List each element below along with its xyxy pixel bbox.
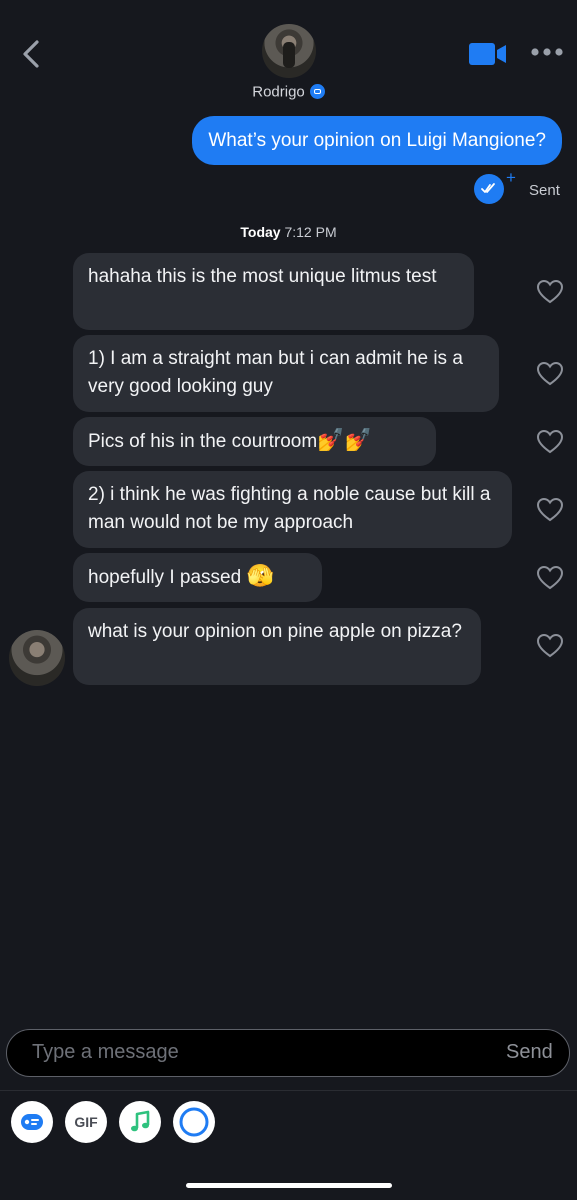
message-input-placeholder: Type a message: [32, 1041, 179, 1063]
read-receipt-plus: +: [506, 168, 516, 187]
home-indicator[interactable]: [186, 1183, 392, 1188]
back-chevron-icon[interactable]: [14, 36, 50, 72]
received-message-bubble[interactable]: what is your opinion on pine apple on pi…: [73, 608, 481, 685]
received-message-bubble[interactable]: Pics of his in the courtroom💅💅: [73, 417, 436, 466]
received-message-bubble[interactable]: hopefully I passed 🫣: [73, 553, 322, 602]
message-text: 1) I am a straight man but i can admit h…: [88, 348, 463, 397]
header-title[interactable]: Rodrigo: [0, 83, 577, 101]
double-check-icon: [481, 183, 495, 193]
video-call-button[interactable]: [468, 42, 508, 66]
music-button[interactable]: [119, 1101, 161, 1143]
message-text: Pics of his in the courtroom: [88, 431, 318, 452]
like-heart-icon[interactable]: [536, 497, 564, 523]
loop-button[interactable]: [173, 1101, 215, 1143]
read-receipt-icon: [474, 174, 504, 204]
send-button[interactable]: Send: [506, 1041, 553, 1064]
like-heart-icon[interactable]: [536, 279, 564, 305]
timestamp-time: 7:12 PM: [284, 224, 337, 240]
like-heart-icon[interactable]: [536, 565, 564, 591]
received-message-bubble[interactable]: hahaha this is the most unique litmus te…: [73, 253, 474, 330]
message-text: hopefully I passed: [88, 567, 247, 588]
gif-button[interactable]: GIF: [65, 1101, 107, 1143]
sent-message-bubble[interactable]: What’s your opinion on Luigi Mangione?: [192, 116, 562, 165]
sent-status-label: Sent: [529, 182, 560, 199]
peeking-face-emoji: 🫣: [246, 564, 274, 589]
sender-avatar[interactable]: [9, 630, 65, 686]
sticker-button[interactable]: [11, 1101, 53, 1143]
like-heart-icon[interactable]: [536, 361, 564, 387]
message-text: what is your opinion on pine apple on pi…: [88, 621, 462, 642]
like-heart-icon[interactable]: [536, 633, 564, 659]
loop-icon: [179, 1107, 209, 1137]
more-options-button[interactable]: [530, 45, 564, 59]
music-note-icon: [131, 1110, 150, 1132]
message-timestamp: Today 7:12 PM: [0, 224, 577, 240]
timestamp-day: Today: [240, 224, 281, 240]
received-message-bubble[interactable]: 1) I am a straight man but i can admit h…: [73, 335, 499, 412]
toolbar-divider: [0, 1090, 577, 1091]
message-text: 2) i think he was fighting a noble cause…: [88, 484, 491, 533]
contact-name: Rodrigo: [252, 83, 305, 101]
header-avatar[interactable]: [262, 24, 316, 78]
sticker-icon: [21, 1114, 43, 1130]
received-message-bubble[interactable]: 2) i think he was fighting a noble cause…: [73, 471, 512, 548]
like-heart-icon[interactable]: [536, 429, 564, 455]
verified-badge-icon: [309, 84, 325, 100]
nail-polish-emoji: 💅💅: [317, 428, 372, 453]
message-text: hahaha this is the most unique litmus te…: [88, 266, 437, 287]
